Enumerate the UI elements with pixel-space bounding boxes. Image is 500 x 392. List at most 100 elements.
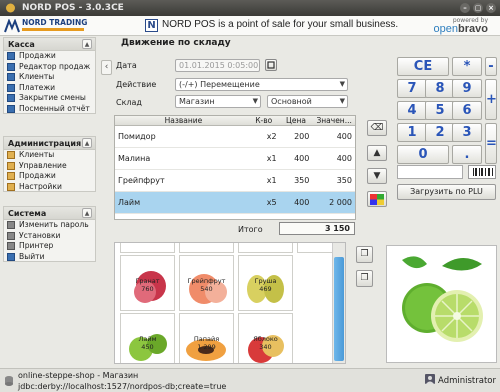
key-1[interactable]: 1 [397, 123, 427, 142]
product-tile[interactable] [238, 243, 293, 253]
sidebar-item-payments[interactable]: Платежи [4, 83, 95, 94]
sidebar-item-change-password[interactable]: Изменить пароль [4, 220, 95, 231]
sidebar-item-printer[interactable]: Принтер [4, 241, 95, 252]
cell-price: 350 [294, 176, 310, 185]
load-by-plu-button[interactable]: Загрузить по PLU [397, 184, 496, 200]
sidebar-item-customers[interactable]: Клиенты [4, 72, 95, 83]
sidebar-item-sales-editor[interactable]: Редактор продаж [4, 62, 95, 73]
chevron-up-icon[interactable]: ▲ [82, 138, 92, 148]
close-button[interactable]: × [486, 3, 496, 13]
section-title: Система [8, 209, 47, 218]
section-header[interactable]: Система ▲ [4, 207, 95, 220]
product-tile-lime[interactable]: Лайм 450 [120, 313, 175, 363]
table-row-selected[interactable]: Лайм x5 400 2 000 [115, 192, 355, 214]
cell-price: 400 [294, 154, 310, 163]
attributes-button[interactable] [367, 191, 387, 207]
brand-name: NORD TRADING [22, 18, 88, 27]
column-qty[interactable]: К-во [249, 116, 279, 125]
sidebar-item-label: Клиенты [19, 72, 55, 81]
table-row[interactable]: Помидор x2 200 400 [115, 126, 355, 148]
date-field[interactable]: 01.01.2015 0:05:00 [175, 59, 260, 72]
key-multiply[interactable]: * [452, 57, 482, 76]
catalog-scrollbar[interactable] [332, 243, 345, 363]
chevron-up-icon[interactable]: ▲ [82, 208, 92, 218]
collapse-sidebar-button[interactable]: ‹ [101, 60, 112, 75]
openbravo-logo: powered by openbravo [434, 17, 488, 35]
header-slogan: NORD POS is a point of sale for your sma… [162, 19, 399, 30]
barcode-button[interactable] [468, 165, 496, 179]
sidebar-item-exit[interactable]: Выйти [4, 252, 95, 263]
key-5[interactable]: 5 [425, 101, 455, 120]
key-3[interactable]: 3 [452, 123, 482, 142]
delete-line-button[interactable]: ⌫ [367, 120, 387, 136]
table-row[interactable]: Грейпфрут x1 350 350 [115, 170, 355, 192]
sidebar-item-management[interactable]: Управление [4, 161, 95, 172]
cell-qty: x1 [266, 154, 277, 163]
brand-logo: NORD TRADING [4, 18, 102, 34]
warehouse-from-select[interactable]: Магазин ▼ [175, 95, 261, 108]
product-tile-grapefruit[interactable]: Грейпфрут 540 [179, 255, 234, 311]
product-name: Яблоко [253, 335, 278, 343]
key-2[interactable]: 2 [425, 123, 455, 142]
key-7[interactable]: 7 [397, 79, 427, 98]
sidebar-item-close-shift[interactable]: Закрытие смены [4, 93, 95, 104]
key-equals[interactable]: = [485, 123, 497, 164]
chevron-up-icon[interactable]: ▲ [82, 39, 92, 49]
current-user[interactable]: Administrator [425, 374, 496, 386]
report-icon [7, 104, 15, 113]
key-decimal[interactable]: . [452, 145, 482, 164]
sidebar-item-label: Управление [19, 160, 67, 170]
catalog-next-button[interactable]: ❐ [356, 270, 373, 287]
section-header[interactable]: Администрация ▲ [4, 137, 95, 150]
sidebar-item-admin-sales[interactable]: Продажи [4, 171, 95, 182]
cell-qty: x2 [266, 132, 277, 141]
section-header[interactable]: Касса ▲ [4, 38, 95, 51]
cell-name: Лайм [118, 198, 141, 207]
customers-icon [7, 73, 15, 82]
move-down-button[interactable]: ▼ [367, 168, 387, 184]
product-tile[interactable] [120, 243, 175, 253]
product-tile-papaya[interactable]: Папайя 1 299 [179, 313, 234, 363]
sidebar-item-shift-report[interactable]: Посменный отчёт [4, 104, 95, 115]
product-price: 340 [259, 343, 272, 351]
column-value[interactable]: Значен... [313, 116, 355, 125]
cell-qty: x5 [266, 198, 277, 207]
key-0[interactable]: 0 [397, 145, 449, 164]
key-8[interactable]: 8 [425, 79, 455, 98]
scrollbar-thumb[interactable] [334, 257, 344, 361]
sidebar-item-sales[interactable]: Продажи [4, 51, 95, 62]
product-tile-pomegranate[interactable]: Гранат 760 [120, 255, 175, 311]
sidebar-item-label: Закрытие смены [19, 93, 86, 102]
sidebar-item-admin-customers[interactable]: Клиенты [4, 150, 95, 161]
action-select[interactable]: (-/+) Перемещение ▼ [175, 78, 348, 91]
section-title: Администрация [8, 139, 82, 148]
product-price: 450 [141, 343, 154, 351]
table-row[interactable]: Малина x1 400 400 [115, 148, 355, 170]
key-clear[interactable]: CE [397, 57, 449, 76]
key-4[interactable]: 4 [397, 101, 427, 120]
keypad-input[interactable] [397, 165, 463, 179]
key-plus[interactable]: + [485, 79, 497, 120]
key-9[interactable]: 9 [452, 79, 482, 98]
minimize-button[interactable]: – [460, 3, 470, 13]
column-price[interactable]: Цена [279, 116, 314, 125]
printer-icon [7, 242, 15, 251]
status-database: jdbc:derby://localhost:1527/nordpos-db;c… [18, 382, 227, 391]
product-tile[interactable] [179, 243, 234, 253]
window-title: NORD POS - 3.0.3CE [22, 3, 124, 13]
sidebar-item-settings[interactable]: Настройки [4, 182, 95, 193]
product-tile-apple[interactable]: Яблоко 340 [238, 313, 293, 363]
key-minus[interactable]: - [485, 57, 497, 76]
column-name[interactable]: Название [115, 116, 249, 125]
maximize-button[interactable]: ▢ [473, 3, 483, 13]
calendar-button[interactable] [265, 59, 277, 71]
key-6[interactable]: 6 [452, 101, 482, 120]
catalog-prev-button[interactable]: ❐ [356, 246, 373, 263]
product-tile-pear[interactable]: Груша 469 [238, 255, 293, 311]
sidebar-item-preferences[interactable]: Установки [4, 231, 95, 242]
move-up-button[interactable]: ▲ [367, 145, 387, 161]
sales-folder-icon [7, 172, 15, 181]
management-icon [7, 161, 15, 170]
warehouse-to-select[interactable]: Основной ▼ [267, 95, 348, 108]
product-image-panel [386, 245, 497, 363]
